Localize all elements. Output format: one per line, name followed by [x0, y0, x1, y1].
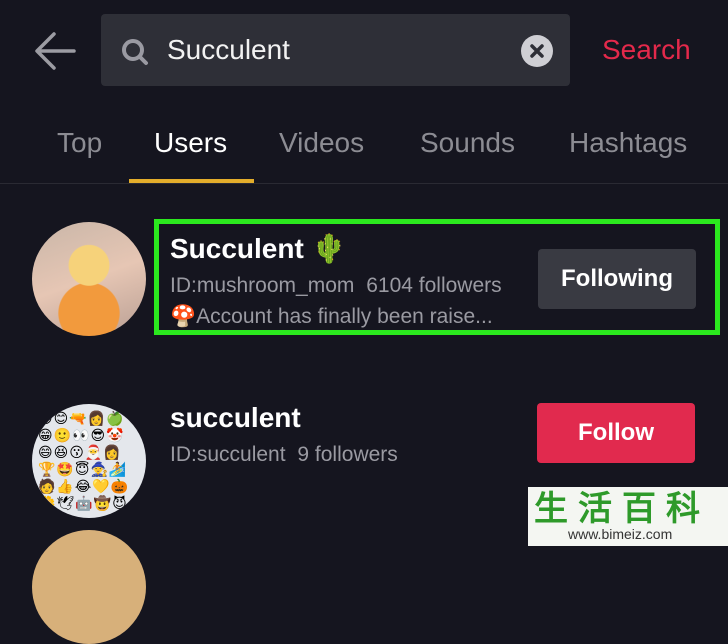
tab-sounds[interactable]: Sounds: [420, 125, 515, 161]
avatar[interactable]: 😀😊🔫👩🍏😁🙂👀😎🤡😄😆😗🎅👩🏆🤩😇🧙🏄🧑👍😂💛🎃🌼🕊🤖🤠😈: [32, 404, 146, 518]
avatar[interactable]: [32, 530, 146, 644]
watermark: 生活百科 www.bimeiz.com: [528, 487, 728, 546]
user-name[interactable]: succulent: [170, 401, 301, 435]
search-query-text[interactable]: Succulent: [167, 32, 290, 68]
search-input[interactable]: Succulent: [101, 14, 570, 86]
divider: [0, 183, 728, 184]
following-button[interactable]: Following: [538, 249, 696, 309]
back-arrow-icon[interactable]: [34, 30, 76, 72]
watermark-url: www.bimeiz.com: [568, 526, 673, 542]
user-name[interactable]: Succulent 🌵: [170, 232, 346, 266]
mushroom-icon: 🍄: [170, 305, 197, 328]
tab-hashtags[interactable]: Hashtags: [569, 125, 687, 161]
avatar[interactable]: [32, 222, 146, 336]
search-icon: [121, 38, 149, 66]
clear-icon[interactable]: [521, 35, 553, 67]
tab-videos[interactable]: Videos: [279, 125, 364, 161]
follow-button[interactable]: Follow: [537, 403, 695, 463]
search-button[interactable]: Search: [602, 32, 691, 68]
user-id-followers: ID:succulent 9 followers: [170, 443, 398, 466]
tab-users[interactable]: Users: [154, 125, 227, 161]
user-bio: 🍄Account has finally been raise...: [170, 305, 493, 328]
user-id-followers: ID:mushroom_mom 6104 followers: [170, 274, 502, 297]
emoji-collage-icon: 😀😊🔫👩🍏😁🙂👀😎🤡😄😆😗🎅👩🏆🤩😇🧙🏄🧑👍😂💛🎃🌼🕊🤖🤠😈: [38, 410, 130, 511]
tab-top[interactable]: Top: [57, 125, 102, 161]
cactus-icon: 🌵: [311, 233, 347, 264]
watermark-logo-text: 生活百科: [534, 490, 710, 528]
